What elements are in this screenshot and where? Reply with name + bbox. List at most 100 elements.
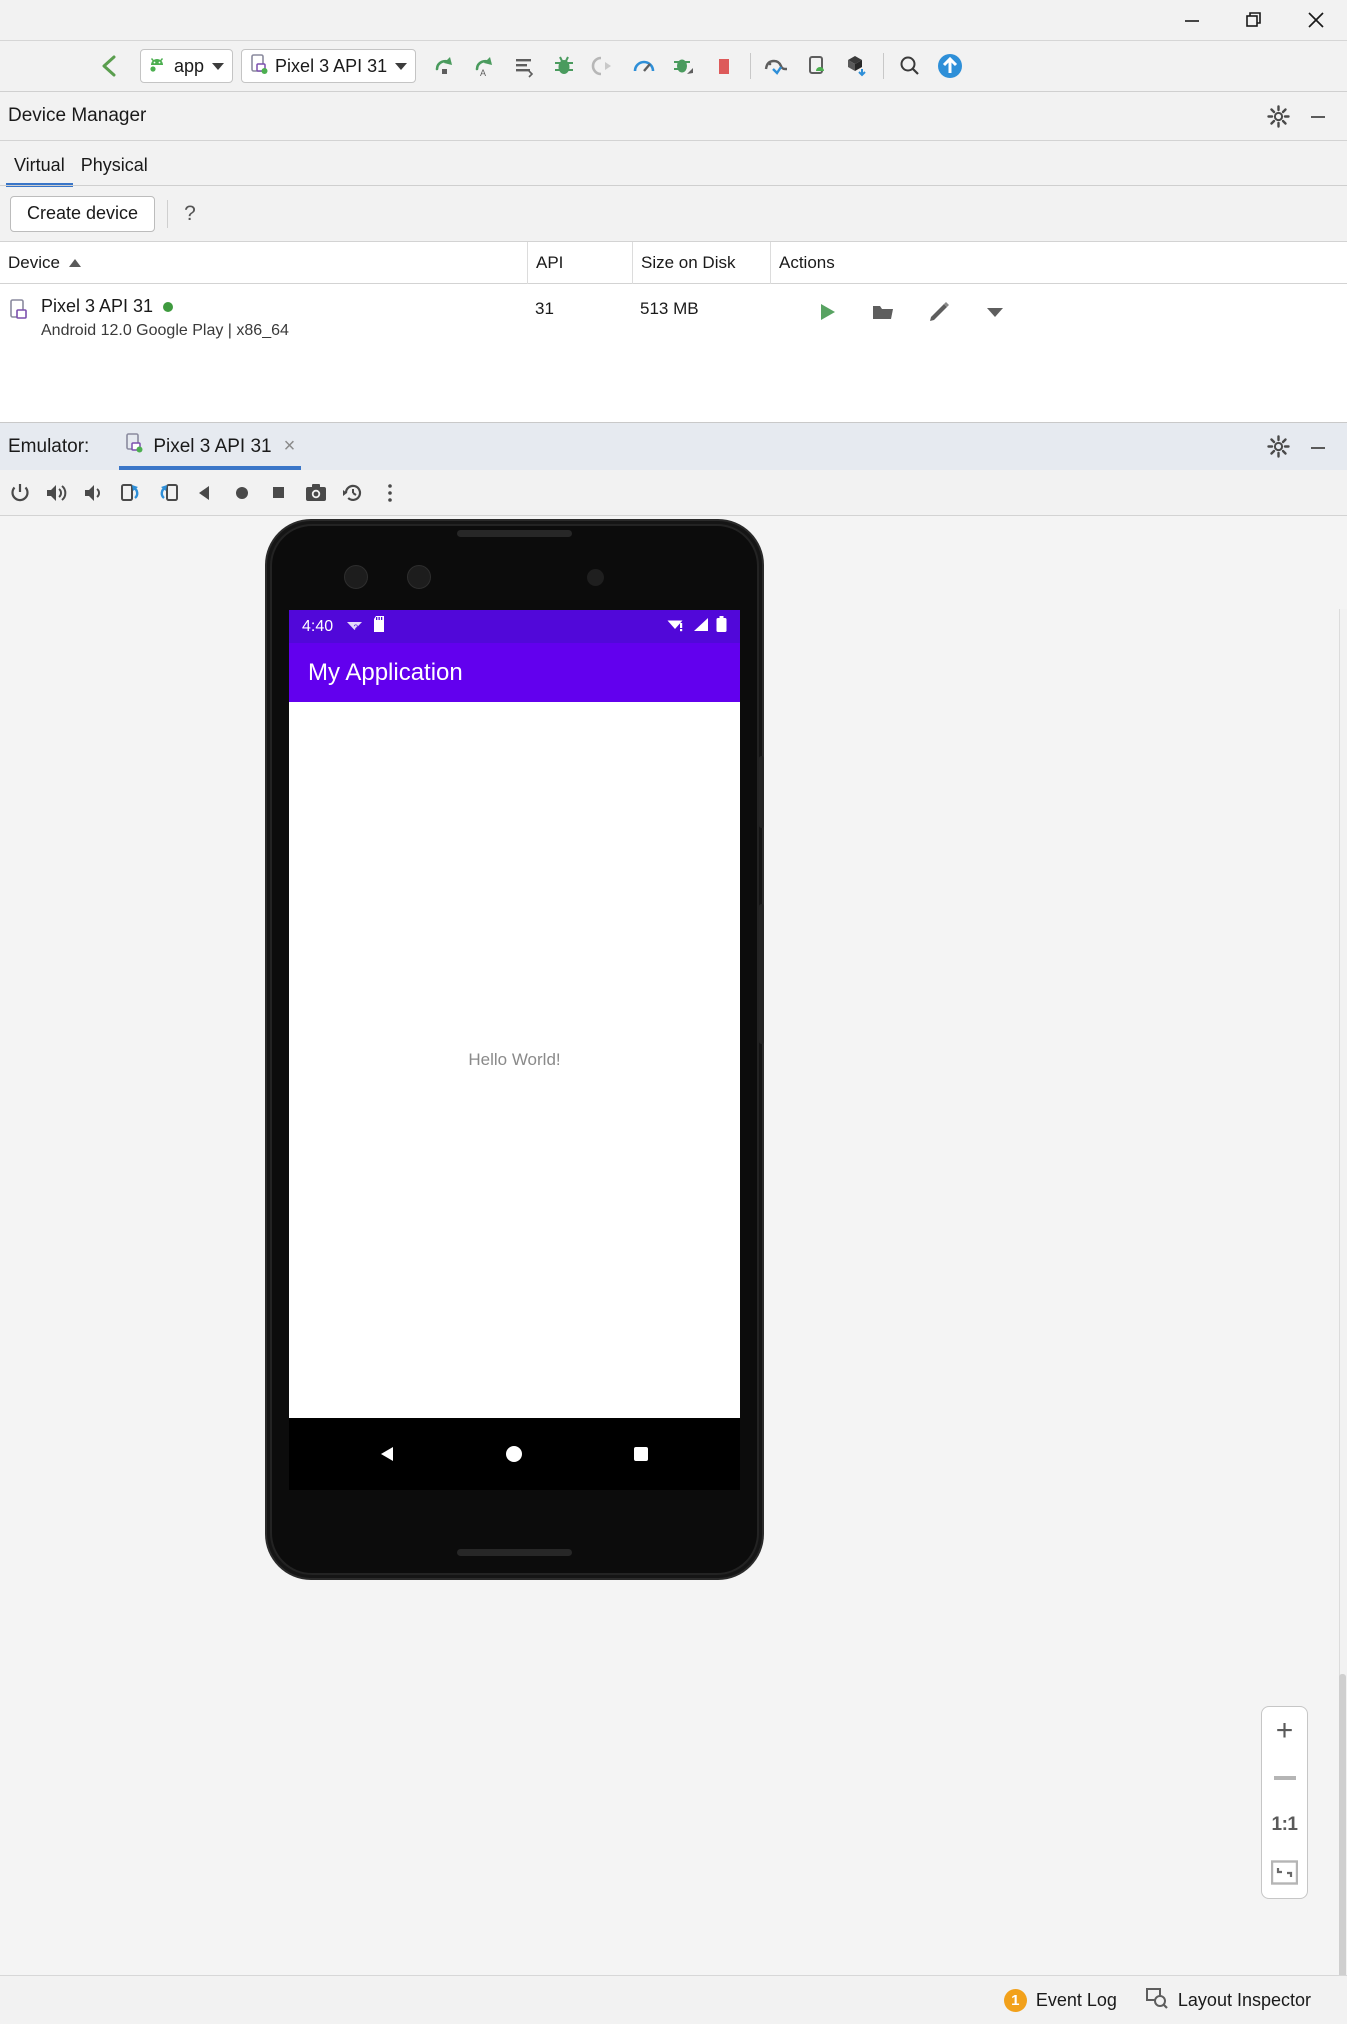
help-label: ? (184, 201, 196, 225)
run-icon[interactable] (424, 46, 464, 86)
proximity-sensor (587, 569, 604, 586)
column-header-size-on-disk[interactable]: Size on Disk (632, 241, 770, 284)
device-table: Device API Size on Disk Actions Pixel 3 … (0, 241, 1347, 422)
tab-physical[interactable]: Physical (73, 155, 156, 186)
device-icon (125, 433, 145, 460)
device-screen[interactable]: 4:40 ? My Application Hello World! (289, 610, 740, 1490)
target-device-label: Pixel 3 API 31 (275, 55, 388, 76)
table-row[interactable]: Pixel 3 API 31 Android 12.0 Google Play … (0, 284, 1347, 380)
close-icon[interactable]: × (284, 435, 296, 458)
record-history-icon[interactable] (337, 477, 369, 509)
window-minimize-button[interactable] (1161, 0, 1223, 40)
actual-size-label: 1:1 (1271, 1814, 1298, 1835)
screenshot-camera-icon[interactable] (300, 477, 332, 509)
wifi-unknown-icon: ? (346, 617, 363, 637)
debug-icon[interactable] (544, 46, 584, 86)
folder-icon[interactable] (868, 298, 898, 326)
fit-screen-icon[interactable] (1267, 1858, 1303, 1886)
column-header-device[interactable]: Device (0, 242, 527, 284)
cell-size-on-disk: 513 MB (640, 299, 699, 318)
device-front-sensors (267, 561, 762, 609)
app-content-area: Hello World! (289, 702, 740, 1418)
emulator-stage: 4:40 ? My Application Hello World! + 1:1 (0, 516, 1347, 2024)
emulated-device-frame: 4:40 ? My Application Hello World! (267, 521, 764, 1578)
layout-inspector-button[interactable]: Layout Inspector (1145, 1987, 1311, 2014)
actual-size-button[interactable]: 1:1 (1267, 1811, 1303, 1839)
minimize-icon[interactable] (1301, 430, 1335, 464)
run-configuration-selector[interactable]: app (140, 49, 234, 83)
volume-down-icon[interactable] (78, 477, 110, 509)
sd-card-icon (373, 616, 386, 637)
more-options-icon[interactable] (374, 477, 406, 509)
chevron-down-icon (212, 62, 225, 70)
menu-dropdown-icon[interactable] (980, 298, 1010, 326)
navigate-back-icon[interactable] (90, 46, 130, 86)
debug-attach-icon[interactable] (664, 46, 704, 86)
volume-up-icon[interactable] (41, 477, 73, 509)
run-with-coverage-icon[interactable]: A (464, 46, 504, 86)
power-icon[interactable] (4, 477, 36, 509)
front-camera-1 (344, 565, 368, 589)
zoom-in-button[interactable]: + (1267, 1714, 1303, 1747)
minimize-icon[interactable] (1301, 99, 1335, 133)
emulator-scrollbar-track[interactable] (1339, 609, 1347, 2024)
gear-icon[interactable] (1261, 99, 1295, 133)
sort-ascending-icon (68, 258, 81, 267)
emulator-tab[interactable]: Pixel 3 API 31 × (115, 423, 306, 470)
sdk-manager-icon[interactable] (837, 46, 877, 86)
rotate-right-icon[interactable] (152, 477, 184, 509)
toolbar-divider (750, 53, 752, 79)
volume-side-button[interactable] (759, 904, 764, 1044)
emulator-scrollbar-thumb[interactable] (1339, 1674, 1346, 2024)
profile-icon[interactable] (504, 46, 544, 86)
device-icon (9, 296, 31, 340)
zoom-out-button[interactable] (1267, 1764, 1303, 1792)
toolbar-divider (883, 53, 885, 79)
tab-virtual[interactable]: Virtual (6, 155, 73, 187)
hello-world-text: Hello World! (468, 1050, 561, 1069)
profiler-icon[interactable] (624, 46, 664, 86)
back-icon[interactable] (189, 477, 221, 509)
overview-icon[interactable] (263, 477, 295, 509)
cell-api: 31 (535, 299, 554, 318)
target-device-selector[interactable]: Pixel 3 API 31 (241, 49, 417, 83)
gradle-sync-icon[interactable] (757, 46, 797, 86)
event-log-label: Event Log (1035, 1989, 1117, 2010)
column-header-api[interactable]: API (527, 241, 632, 284)
run-device-icon[interactable] (812, 298, 842, 326)
front-camera-2 (407, 565, 431, 589)
window-restore-button[interactable] (1223, 0, 1285, 40)
zoom-in-label: + (1275, 1714, 1294, 1747)
svg-text:?: ? (354, 623, 359, 632)
recents-square-icon[interactable] (629, 1442, 653, 1466)
event-log-button[interactable]: 1 Event Log (1003, 1988, 1117, 2012)
stop-icon[interactable] (704, 46, 744, 86)
back-triangle-icon[interactable] (376, 1442, 400, 1466)
svg-text:A: A (480, 68, 486, 78)
attach-debugger-icon[interactable] (584, 46, 624, 86)
device-subtitle: Android 12.0 Google Play | x86_64 (41, 322, 289, 339)
home-icon[interactable] (226, 477, 258, 509)
power-side-button[interactable] (759, 756, 764, 828)
earpiece-speaker (457, 530, 572, 537)
emulator-tab-title: Pixel 3 API 31 (153, 435, 272, 457)
help-icon[interactable]: ? (180, 202, 200, 226)
cell-device: Pixel 3 API 31 Android 12.0 Google Play … (0, 296, 527, 340)
android-status-bar: 4:40 ? (289, 610, 740, 643)
update-icon[interactable] (930, 46, 970, 86)
battery-icon (716, 615, 727, 638)
cellular-signal-icon (693, 617, 709, 637)
avd-manager-icon[interactable] (797, 46, 837, 86)
home-circle-icon[interactable] (502, 1442, 526, 1466)
create-device-button[interactable]: Create device (10, 195, 156, 232)
gear-icon[interactable] (1261, 430, 1295, 464)
tabs-underline (0, 185, 1347, 186)
column-header-actions[interactable]: Actions (770, 241, 1347, 284)
column-header-device-label: Device (8, 252, 60, 272)
run-configuration-label: app (174, 55, 205, 76)
rotate-left-icon[interactable] (115, 477, 147, 509)
window-close-button[interactable] (1285, 0, 1347, 40)
edit-pencil-icon[interactable] (924, 298, 954, 326)
emulator-zoom-controls: + 1:1 (1261, 1706, 1308, 1899)
search-icon[interactable] (890, 46, 930, 86)
